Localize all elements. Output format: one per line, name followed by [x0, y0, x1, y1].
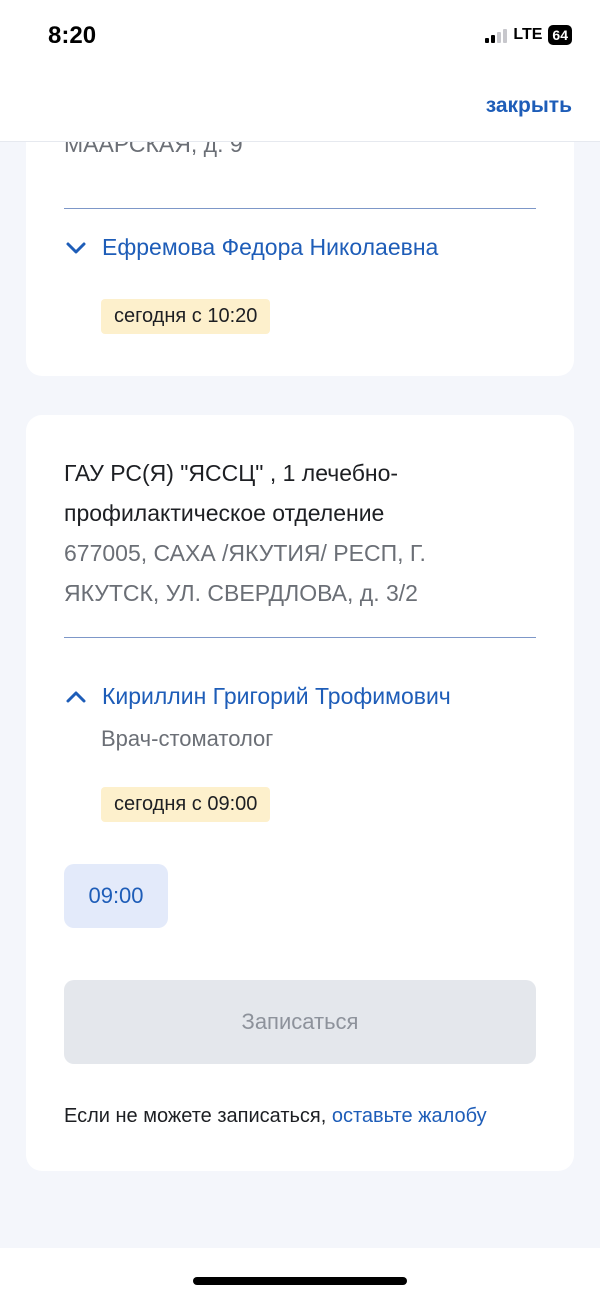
doctor-name: Ефремова Федора Николаевна	[102, 234, 439, 260]
clinic-card: ГАУ РС(Я) "ЯССЦ" , 1 лечебно-профилактич…	[26, 415, 574, 1171]
complaint-link[interactable]: оставьте жалобу	[332, 1105, 487, 1127]
complaint-prefix: Если не можете записаться,	[64, 1105, 327, 1127]
divider	[64, 637, 536, 638]
signal-icon	[485, 27, 508, 43]
bottom-bar	[0, 1248, 600, 1298]
chevron-down-icon	[66, 242, 86, 253]
doctor-toggle[interactable]: Ефремова Федора Николаевна	[64, 234, 438, 261]
close-link[interactable]: закрыть	[486, 94, 572, 118]
availability-badge: сегодня с 09:00	[101, 787, 271, 822]
clinic-address-line-1: 677005, САХА /ЯКУТИЯ/ РЕСП, Г.	[64, 540, 426, 566]
content-area[interactable]: МААРСКАЯ, д. 9 Ефремова Федора Николаевн…	[0, 142, 600, 1248]
top-header: закрыть	[0, 70, 600, 142]
divider	[64, 208, 536, 209]
clinic-card: МААРСКАЯ, д. 9 Ефремова Федора Николаевн…	[26, 142, 574, 376]
availability-badge: сегодня с 10:20	[101, 299, 271, 334]
clinic-name: ГАУ РС(Я) "ЯССЦ" , 1 лечебно-профилактич…	[64, 460, 399, 526]
doctor-name: Кириллин Григорий Трофимович	[102, 683, 451, 709]
doctor-specialty: Врач-стоматолог	[101, 726, 274, 751]
status-bar: 8:20 LTE 64	[0, 0, 600, 70]
chevron-up-icon	[66, 691, 86, 702]
home-indicator[interactable]	[193, 1277, 407, 1285]
clinic-address: МААРСКАЯ, д. 9	[64, 142, 243, 157]
network-type: LTE	[513, 26, 543, 43]
doctor-toggle[interactable]: Кириллин Григорий Трофимович	[64, 683, 451, 710]
book-appointment-button[interactable]: Записаться	[64, 980, 536, 1064]
status-time: 8:20	[48, 22, 97, 49]
battery-icon: 64	[548, 25, 572, 45]
time-slot-button[interactable]: 09:00	[64, 864, 168, 928]
clinic-address-line-2: ЯКУТСК, УЛ. СВЕРДЛОВА, д. 3/2	[64, 580, 418, 606]
status-indicators: LTE 64	[485, 25, 572, 45]
complaint-text: Если не можете записаться, оставьте жало…	[64, 1105, 487, 1128]
